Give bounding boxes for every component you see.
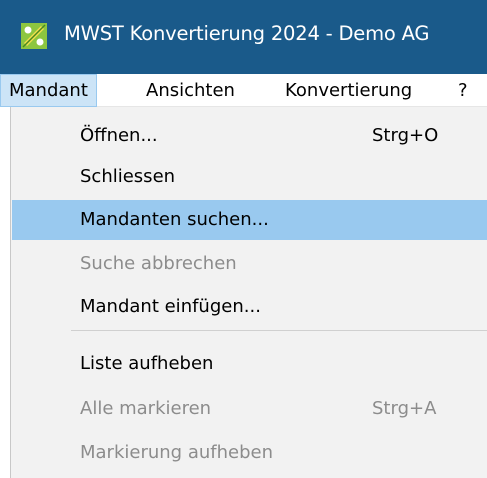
- menu-item-markierung-aufheben: Markierung aufheben: [12, 433, 487, 473]
- menu-help[interactable]: ?: [450, 74, 476, 107]
- menu-item-label: Mandant einfügen...: [80, 296, 261, 317]
- menu-item-label: Markierung aufheben: [80, 442, 273, 463]
- menu-item-label: Liste aufheben: [80, 353, 214, 374]
- menu-item-label: Suche abbrechen: [80, 253, 237, 274]
- window-title: MWST Konvertierung 2024 - Demo AG: [64, 22, 430, 45]
- app-logo-icon[interactable]: [21, 23, 47, 49]
- menu-item-label: Mandanten suchen...: [80, 209, 269, 230]
- mandant-dropdown-menu: Öffnen... Strg+O Schliessen Mandanten su…: [10, 107, 487, 478]
- menu-item-alle-markieren: Alle markieren Strg+A: [12, 389, 487, 429]
- menu-separator: [71, 330, 487, 331]
- menu-item-mandant-einfuegen[interactable]: Mandant einfügen...: [12, 287, 487, 327]
- menu-item-label: Alle markieren: [80, 398, 212, 419]
- menu-item-shortcut: Strg+O: [372, 125, 439, 146]
- menu-item-mandanten-suchen[interactable]: Mandanten suchen...: [12, 200, 487, 240]
- menu-ansichten[interactable]: Ansichten: [138, 74, 243, 107]
- title-bar: MWST Konvertierung 2024 - Demo AG: [0, 0, 487, 74]
- menu-bar: Mandant Ansichten Konvertierung ?: [0, 74, 487, 107]
- menu-item-label: Schliessen: [80, 166, 176, 187]
- menu-mandant[interactable]: Mandant: [0, 74, 97, 107]
- menu-item-liste-aufheben[interactable]: Liste aufheben: [12, 344, 487, 384]
- menu-item-label: Öffnen...: [80, 125, 158, 146]
- menu-konvertierung[interactable]: Konvertierung: [277, 74, 420, 107]
- menu-item-shortcut: Strg+A: [372, 398, 437, 419]
- menu-item-oeffnen[interactable]: Öffnen... Strg+O: [12, 116, 487, 156]
- menu-item-schliessen[interactable]: Schliessen: [12, 157, 487, 197]
- menu-item-suche-abbrechen: Suche abbrechen: [12, 244, 487, 284]
